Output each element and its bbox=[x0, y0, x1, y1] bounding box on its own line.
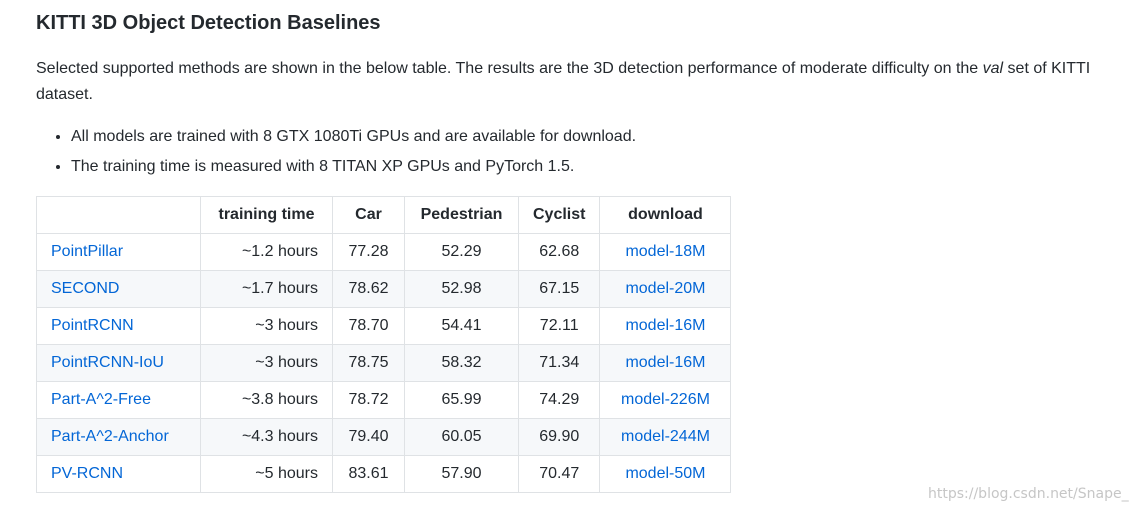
readme-section: KITTI 3D Object Detection Baselines Sele… bbox=[36, 0, 1136, 493]
section-heading: KITTI 3D Object Detection Baselines bbox=[36, 12, 381, 34]
car-cell: 83.61 bbox=[332, 455, 405, 493]
car-cell: 77.28 bbox=[332, 233, 405, 271]
pedestrian-cell: 58.32 bbox=[404, 344, 519, 382]
car-cell: 78.62 bbox=[332, 270, 405, 308]
method-cell: PointRCNN bbox=[36, 307, 201, 345]
car-cell: 78.70 bbox=[332, 307, 405, 345]
intro-paragraph: Selected supported methods are shown in … bbox=[36, 56, 1134, 108]
cyclist-cell: 62.68 bbox=[517, 233, 601, 271]
method-cell: Part-A^2-Free bbox=[36, 381, 201, 419]
cyclist-cell: 69.90 bbox=[517, 418, 601, 456]
cyclist-cell: 72.11 bbox=[517, 307, 601, 345]
table-row: PV-RCNN ~5 hours 83.61 57.90 70.47 model… bbox=[36, 455, 732, 493]
table-row: PointRCNN ~3 hours 78.70 54.41 72.11 mod… bbox=[36, 307, 732, 345]
download-link[interactable]: model-18M bbox=[625, 243, 705, 260]
download-link[interactable]: model-226M bbox=[621, 391, 710, 408]
method-cell: PointPillar bbox=[36, 233, 201, 271]
download-cell: model-20M bbox=[599, 270, 732, 308]
cyclist-cell: 67.15 bbox=[517, 270, 601, 308]
watermark: https://blog.csdn.net/Snape_ bbox=[928, 486, 1129, 502]
download-link[interactable]: model-16M bbox=[625, 317, 705, 334]
list-item: The training time is measured with 8 TIT… bbox=[71, 152, 1136, 182]
training-time-cell: ~5 hours bbox=[200, 455, 333, 493]
table-row: PointPillar ~1.2 hours 77.28 52.29 62.68… bbox=[36, 233, 732, 271]
method-cell: SECOND bbox=[36, 270, 201, 308]
cyclist-cell: 71.34 bbox=[517, 344, 601, 382]
training-time-cell: ~1.7 hours bbox=[200, 270, 333, 308]
method-cell: PointRCNN-IoU bbox=[36, 344, 201, 382]
list-item: All models are trained with 8 GTX 1080Ti… bbox=[71, 122, 1136, 152]
pedestrian-cell: 57.90 bbox=[404, 455, 519, 493]
car-cell: 79.40 bbox=[332, 418, 405, 456]
intro-emphasis: val bbox=[982, 60, 1004, 77]
method-link[interactable]: Part-A^2-Free bbox=[51, 391, 151, 408]
pedestrian-cell: 60.05 bbox=[404, 418, 519, 456]
training-time-cell: ~3.8 hours bbox=[200, 381, 333, 419]
table-header-row: training time Car Pedestrian Cyclist dow… bbox=[36, 196, 732, 234]
car-cell: 78.72 bbox=[332, 381, 405, 419]
pedestrian-cell: 54.41 bbox=[404, 307, 519, 345]
method-cell: PV-RCNN bbox=[36, 455, 201, 493]
method-link[interactable]: PointPillar bbox=[51, 243, 123, 260]
download-cell: model-16M bbox=[599, 307, 732, 345]
method-link[interactable]: PV-RCNN bbox=[51, 465, 123, 482]
pedestrian-cell: 65.99 bbox=[404, 381, 519, 419]
download-link[interactable]: model-20M bbox=[625, 280, 705, 297]
intro-text-before: Selected supported methods are shown in … bbox=[36, 60, 983, 77]
header-download: download bbox=[599, 196, 732, 234]
car-cell: 78.75 bbox=[332, 344, 405, 382]
header-car: Car bbox=[332, 196, 405, 234]
training-time-cell: ~3 hours bbox=[200, 344, 333, 382]
download-link[interactable]: model-50M bbox=[625, 465, 705, 482]
download-cell: model-50M bbox=[599, 455, 732, 493]
table-row: PointRCNN-IoU ~3 hours 78.75 58.32 71.34… bbox=[36, 344, 732, 382]
download-cell: model-244M bbox=[599, 418, 732, 456]
training-time-cell: ~1.2 hours bbox=[200, 233, 333, 271]
header-method bbox=[36, 196, 201, 234]
download-link[interactable]: model-16M bbox=[625, 354, 705, 371]
method-link[interactable]: PointRCNN bbox=[51, 317, 134, 334]
download-cell: model-226M bbox=[599, 381, 732, 419]
method-link[interactable]: Part-A^2-Anchor bbox=[51, 428, 169, 445]
training-time-cell: ~4.3 hours bbox=[200, 418, 333, 456]
pedestrian-cell: 52.98 bbox=[404, 270, 519, 308]
training-time-cell: ~3 hours bbox=[200, 307, 333, 345]
cyclist-cell: 74.29 bbox=[517, 381, 601, 419]
download-cell: model-18M bbox=[599, 233, 732, 271]
table-row: SECOND ~1.7 hours 78.62 52.98 67.15 mode… bbox=[36, 270, 732, 308]
pedestrian-cell: 52.29 bbox=[404, 233, 519, 271]
method-link[interactable]: PointRCNN-IoU bbox=[51, 354, 164, 371]
header-cyclist: Cyclist bbox=[517, 196, 601, 234]
header-training-time: training time bbox=[200, 196, 333, 234]
header-pedestrian: Pedestrian bbox=[404, 196, 519, 234]
download-link[interactable]: model-244M bbox=[621, 428, 710, 445]
table-row: Part-A^2-Anchor ~4.3 hours 79.40 60.05 6… bbox=[36, 418, 732, 456]
method-link[interactable]: SECOND bbox=[51, 280, 119, 297]
cyclist-cell: 70.47 bbox=[517, 455, 601, 493]
download-cell: model-16M bbox=[599, 344, 732, 382]
table-row: Part-A^2-Free ~3.8 hours 78.72 65.99 74.… bbox=[36, 381, 732, 419]
baselines-table: training time Car Pedestrian Cyclist dow… bbox=[36, 196, 732, 493]
method-cell: Part-A^2-Anchor bbox=[36, 418, 201, 456]
notes-list: All models are trained with 8 GTX 1080Ti… bbox=[36, 122, 1136, 182]
